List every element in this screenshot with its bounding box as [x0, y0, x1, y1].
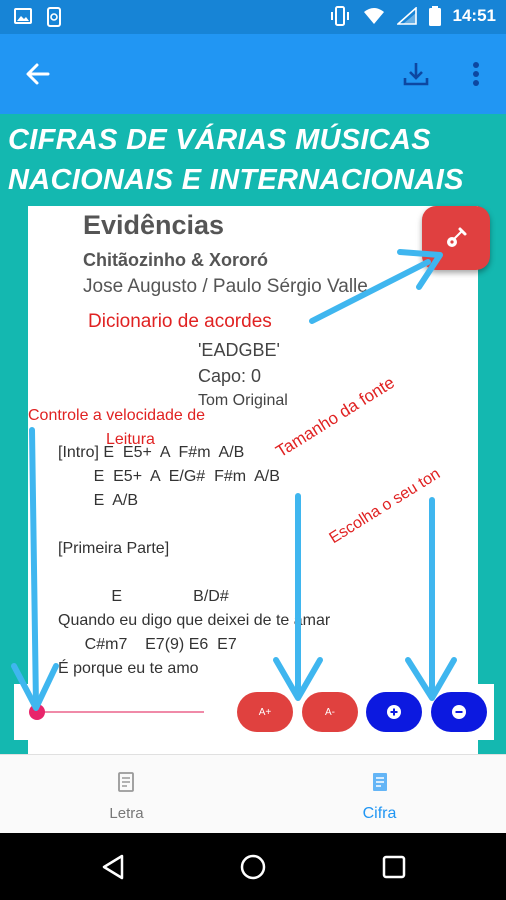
- promo-title-line2: NACIONAIS E INTERNACIONAIS: [8, 164, 464, 196]
- signal-icon: [396, 7, 417, 25]
- wifi-icon: [363, 8, 384, 24]
- promo-title: CIFRAS DE VÁRIAS MÚSICAS NACIONAIS E INT…: [8, 120, 504, 200]
- tab-cifra-label: Cifra: [362, 805, 397, 822]
- song-authors: Jose Augusto / Paulo Sérgio Valle: [83, 276, 368, 297]
- tom-original: Tom Original: [198, 392, 288, 409]
- more-vert-icon[interactable]: [458, 56, 494, 92]
- tab-letra[interactable]: Letra: [0, 755, 253, 834]
- font-decrease-button[interactable]: A-: [302, 692, 358, 732]
- lyric-line: Quando eu digo que deixei de te amar: [58, 612, 331, 629]
- back-icon[interactable]: [100, 853, 126, 881]
- phone-sync-icon: [47, 7, 61, 27]
- chord-line: C#m7 E7(9) E6 E7: [58, 636, 237, 653]
- annotation-dicionario: Dicionario de acordes: [88, 311, 272, 332]
- speed-slider-track[interactable]: [38, 711, 204, 713]
- back-arrow-icon[interactable]: [20, 56, 56, 92]
- tuning: 'EADGBE': [198, 340, 280, 360]
- promo-title-line1: CIFRAS DE VÁRIAS MÚSICAS: [8, 124, 431, 156]
- lyric-line: É porque eu te amo: [58, 660, 199, 677]
- download-icon[interactable]: [398, 56, 434, 92]
- status-bar: 14:51: [0, 0, 506, 34]
- bottom-navigation: Letra Cifra: [0, 754, 506, 833]
- annotation-velocidade-line1: Controle a velocidade de: [28, 407, 206, 424]
- system-navigation-bar: [0, 833, 506, 900]
- annotation-velocidade-line2: Leitura: [106, 431, 155, 448]
- app-bar: [0, 34, 506, 114]
- vibrate-icon: [330, 6, 349, 26]
- tone-down-button[interactable]: [431, 692, 487, 732]
- battery-icon: [428, 6, 441, 26]
- recents-icon[interactable]: [381, 854, 407, 880]
- chord-line: E E5+ A E/G# F#m A/B: [58, 468, 280, 485]
- song-title: Evidências: [83, 210, 225, 240]
- guitar-icon: [447, 227, 467, 247]
- chord-line: E B/D#: [58, 588, 229, 605]
- reader-controls: A+ A-: [14, 684, 494, 740]
- clock: 14:51: [452, 6, 496, 25]
- plus-circle-icon: [387, 705, 401, 719]
- document-icon: [118, 772, 134, 792]
- sheet-music-icon: [373, 773, 387, 791]
- chord-line: [Primeira Parte]: [58, 540, 170, 557]
- home-icon[interactable]: [239, 853, 267, 881]
- capo: Capo: 0: [198, 366, 262, 386]
- image-icon: [14, 8, 32, 24]
- tone-up-button[interactable]: [366, 692, 422, 732]
- tab-cifra[interactable]: Cifra: [253, 755, 506, 834]
- chord-dictionary-button[interactable]: [422, 206, 490, 270]
- tab-letra-label: Letra: [109, 805, 144, 822]
- speed-slider-thumb[interactable]: [29, 704, 45, 720]
- font-increase-button[interactable]: A+: [237, 692, 293, 732]
- chord-line: E A/B: [58, 492, 139, 509]
- song-artist: Chitãozinho & Xororó: [83, 250, 268, 270]
- minus-circle-icon: [452, 705, 466, 719]
